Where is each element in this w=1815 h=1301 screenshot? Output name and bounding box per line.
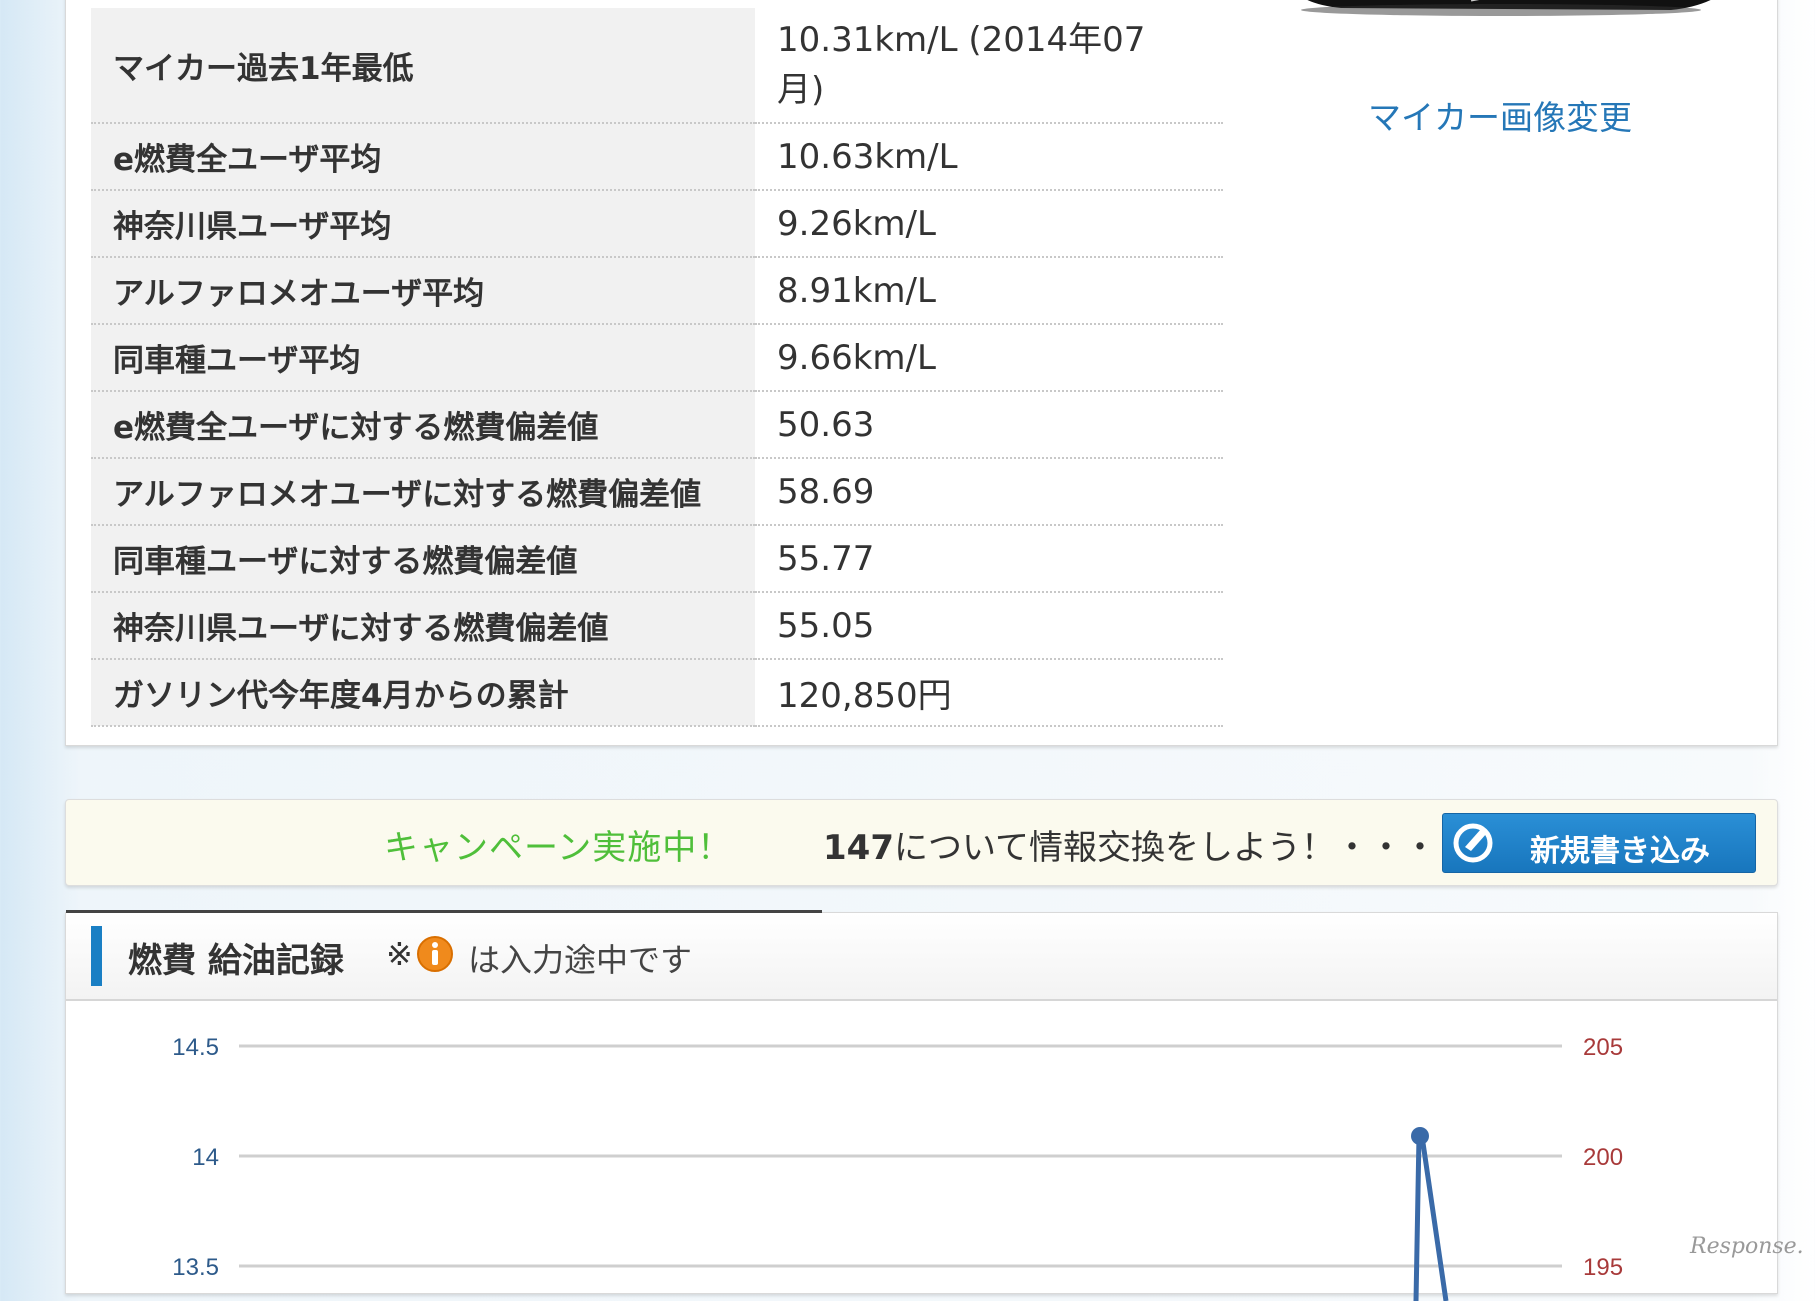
stats-row: アルファロメオユーザ平均 8.91km/L: [91, 257, 1223, 325]
stats-label: e燃費全ユーザに対する燃費偏差値: [91, 391, 755, 459]
stats-label: ガソリン代今年度4月からの累計: [91, 659, 755, 727]
info-icon: [417, 936, 453, 972]
stats-value: 50.63: [755, 391, 1223, 459]
header-accent-bar: [91, 926, 102, 986]
note-mark: ※: [386, 935, 413, 973]
stats-row: e燃費全ユーザ平均 10.63km/L: [91, 123, 1223, 191]
campaign-bar: キャンペーン実施中！ 147について情報交換をしよう！・・・ 新規書き込み: [65, 799, 1778, 886]
campaign-link[interactable]: キャンペーン実施中！: [384, 820, 732, 869]
stats-row: 同車種ユーザ平均 9.66km/L: [91, 324, 1223, 392]
stats-label: アルファロメオユーザに対する燃費偏差値: [91, 458, 755, 526]
stats-row: ガソリン代今年度4月からの累計 120,850円: [91, 659, 1223, 727]
stats-label: 神奈川県ユーザ平均: [91, 190, 755, 258]
stats-row: 神奈川県ユーザ平均 9.26km/L: [91, 190, 1223, 258]
new-post-button[interactable]: 新規書き込み: [1442, 813, 1756, 873]
fuel-log-panel: 燃費 給油記録 ※ は入力途中です 14.5 205 14 200 13.5 195: [65, 910, 1778, 1301]
stats-label: アルファロメオユーザ平均: [91, 257, 755, 325]
stats-value: 10.63km/L: [755, 123, 1223, 191]
stats-value: 8.91km/L: [755, 257, 1223, 325]
mycar-stats-panel: マイカー過去1年最低 10.31km/L (2014年07月) e燃費全ユーザ平均 1…: [65, 0, 1778, 746]
info-exchange-message: について情報交換をしよう！・・・: [893, 828, 1437, 868]
fuel-log-header: 燃費 給油記録 ※ は入力途中です: [66, 910, 1777, 1001]
stats-row: 神奈川県ユーザに対する燃費偏差値 55.05: [91, 592, 1223, 660]
stats-value: 55.77: [755, 525, 1223, 593]
stats-row: e燃費全ユーザに対する燃費偏差値 50.63: [91, 391, 1223, 459]
stats-label: 同車種ユーザに対する燃費偏差値: [91, 525, 755, 593]
stats-label: e燃費全ユーザ平均: [91, 123, 755, 191]
stats-value: 55.05: [755, 592, 1223, 660]
stats-row: マイカー過去1年最低 10.31km/L (2014年07月): [91, 8, 1223, 124]
stats-label: マイカー過去1年最低: [91, 8, 755, 124]
model-name: 147: [823, 828, 894, 868]
right-axis-tick: 195: [1583, 1254, 1623, 1281]
left-axis-tick: 13.5: [172, 1254, 219, 1281]
header-tab-line: [66, 910, 822, 913]
stats-value: 9.66km/L: [755, 324, 1223, 392]
stats-value: 9.26km/L: [755, 190, 1223, 258]
left-axis-tick: 14: [192, 1144, 219, 1171]
pencil-circle-icon: [1453, 823, 1493, 863]
stats-row: アルファロメオユーザに対する燃費偏差値 58.69: [91, 458, 1223, 526]
fuel-log-title: 燃費 給油記録: [128, 941, 344, 981]
stats-value: 10.31km/L (2014年07月): [755, 8, 1223, 124]
left-axis-tick: 14.5: [172, 1034, 219, 1061]
car-image: [1301, 0, 1711, 16]
stats-row: 同車種ユーザに対する燃費偏差値 55.77: [91, 525, 1223, 593]
right-axis-tick: 200: [1583, 1144, 1623, 1171]
data-point: [1411, 1127, 1429, 1145]
stats-label: 同車種ユーザ平均: [91, 324, 755, 392]
fuel-chart: 14.5 205 14 200 13.5 195: [172, 1034, 1623, 1301]
info-exchange-text: 147について情報交換をしよう！・・・: [823, 820, 1437, 869]
fuel-stats-table: マイカー過去1年最低 10.31km/L (2014年07月) e燃費全ユーザ平均 1…: [91, 8, 1223, 727]
stats-label: 神奈川県ユーザに対する燃費偏差値: [91, 592, 755, 660]
stats-value: 120,850円: [755, 659, 1223, 727]
change-car-image-link[interactable]: マイカー画像変更: [1368, 91, 1632, 139]
watermark: Response.: [1690, 1234, 1804, 1259]
in-progress-note: は入力途中です: [468, 941, 693, 979]
fuel-economy-line: [1413, 1133, 1449, 1301]
new-post-label: 新規書き込み: [1530, 834, 1710, 869]
right-axis-tick: 205: [1583, 1034, 1623, 1061]
stats-value: 58.69: [755, 458, 1223, 526]
